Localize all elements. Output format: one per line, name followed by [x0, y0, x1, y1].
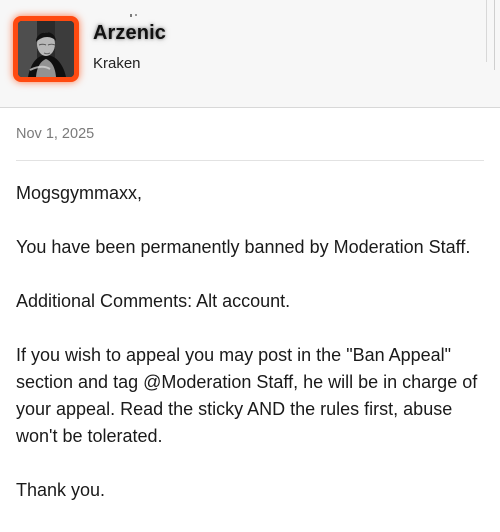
header-edge-line [486, 0, 487, 62]
forum-message-page: Arzenic Kraken Nov 1, 2025 Mogsgymmaxx, … [0, 0, 500, 532]
header-mark [130, 14, 132, 17]
message-appeal-line: If you wish to appeal you may post in th… [16, 345, 478, 446]
avatar[interactable] [18, 21, 74, 77]
message-ban-line: You have been permanently banned by Mode… [16, 237, 471, 257]
message-divider [16, 160, 484, 161]
avatar-frame[interactable] [13, 16, 79, 82]
header-mark [135, 14, 137, 16]
message-body: Mogsgymmaxx, You have been permanently b… [16, 180, 490, 504]
message-comments-line: Additional Comments: Alt account. [16, 291, 291, 311]
message-date: Nov 1, 2025 [16, 126, 95, 142]
avatar-portrait-icon [18, 21, 74, 77]
user-title: Kraken [93, 55, 141, 72]
message-header: Arzenic Kraken [0, 0, 500, 108]
username[interactable]: Arzenic [93, 22, 166, 45]
message-closing: Thank you. [16, 480, 106, 500]
message-greeting: Mogsgymmaxx, [16, 183, 143, 203]
header-edge-line [494, 0, 495, 70]
